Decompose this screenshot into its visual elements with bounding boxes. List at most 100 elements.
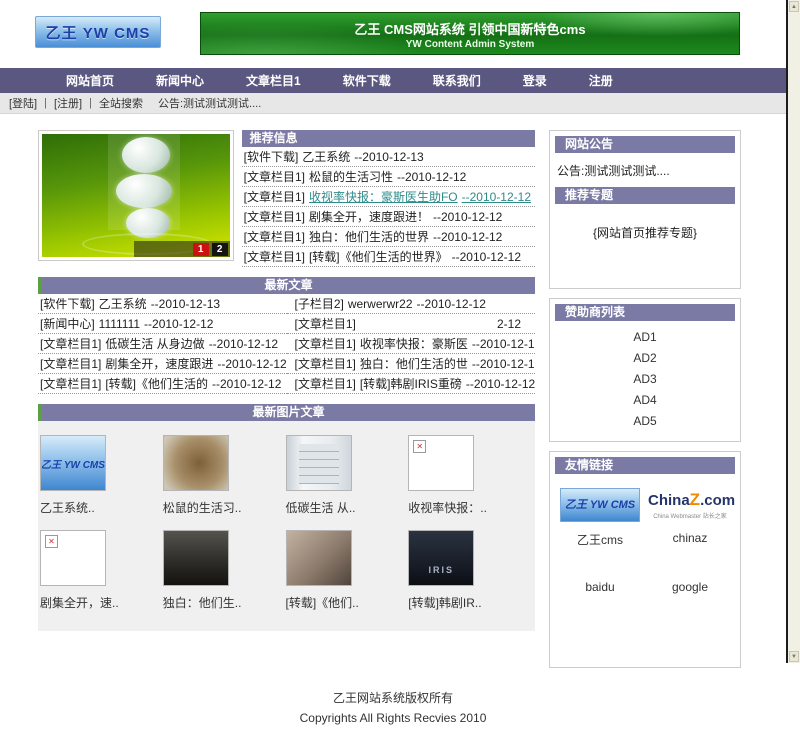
sponsor-link[interactable]: AD5 — [555, 411, 735, 432]
friend-link-baidu[interactable]: baidu — [555, 568, 645, 594]
picture-article[interactable]: ✕ 剧集全开，速.. — [40, 530, 163, 611]
article-date: --2010-12-12 — [433, 230, 502, 244]
register-link[interactable]: [注册] — [54, 95, 82, 111]
sponsors-box: 赞助商列表 AD1 AD2 AD3 AD4 AD5 — [549, 298, 741, 442]
scroll-up-button[interactable]: ▲ — [789, 1, 799, 12]
article-link[interactable]: [软件下载]乙王系统--2010-12-13 — [242, 147, 535, 167]
article-link[interactable]: [文章栏目1]剧集全开，速度跟进--2010-12-12 — [38, 354, 287, 374]
footer: 乙王网站系统版权所有 Copyrights All Rights Recvies… — [0, 677, 786, 734]
friend-link-ywcms[interactable]: 乙王 YW CMS 乙王cms — [555, 488, 645, 548]
nav-item-news[interactable]: 新闻中心 — [135, 72, 225, 89]
thumbnail-fridge-photo — [286, 435, 352, 491]
sponsors-title: 赞助商列表 — [555, 304, 735, 321]
article-link[interactable]: [文章栏目1][转载]韩剧IRIS重磅--2010-12-12 — [287, 374, 536, 394]
chinaz-logo-text: ChinaZ.com — [648, 490, 732, 510]
picture-article[interactable]: 低碳生活 从.. — [286, 435, 409, 516]
main-column: 乙王 YW CMS 乙王 CMS网站系统 引领中国新特色cms YW Conte… — [0, 0, 786, 663]
friend-link-label: 乙王cms — [555, 531, 645, 548]
nav-item-login[interactable]: 登录 — [502, 72, 568, 89]
site-search-link[interactable]: 全站搜索 — [99, 95, 143, 111]
article-category: [文章栏目1] — [295, 314, 356, 333]
slideshow[interactable]: 1 2 — [38, 130, 234, 261]
sub-strip: [登陆] | [注册] | 全站搜索 公告:测试测试测试.... — [0, 93, 786, 114]
friend-link-google[interactable]: google — [645, 568, 735, 594]
article-link[interactable]: [文章栏目1]独白：他们生活的世界--2010-12-12 — [242, 227, 535, 247]
chinaz-logo: ChinaZ.com China Webmaster 站长之家 — [648, 488, 732, 522]
browser-scrollbar[interactable]: ▲ ▼ — [786, 0, 800, 663]
picture-caption: 收视率快报：.. — [408, 499, 531, 516]
sponsor-link[interactable]: AD2 — [555, 348, 735, 369]
article-category: [文章栏目1] — [244, 250, 305, 264]
article-link[interactable]: [文章栏目1][转载]《他们生活的--2010-12-12 — [38, 374, 287, 394]
nav-item-register[interactable]: 注册 — [568, 72, 634, 89]
slideshow-image: 1 2 — [42, 134, 230, 257]
picture-caption: 独白：他们生.. — [163, 594, 286, 611]
article-title: 收视率快报：豪斯医 — [360, 337, 468, 351]
article-date: --2010-12-13 — [151, 297, 220, 311]
sponsor-link[interactable]: AD4 — [555, 390, 735, 411]
login-link[interactable]: [登陆] — [9, 95, 37, 111]
topics-link[interactable]: {网站首页推荐专题} — [555, 204, 735, 283]
article-date: --2010-12-12 — [212, 377, 281, 391]
picture-article[interactable]: [转载]《他们.. — [286, 530, 409, 611]
picture-caption: 剧集全开，速.. — [40, 594, 163, 611]
notice-box: 网站公告 公告:测试测试测试.... 推荐专题 {网站首页推荐专题} — [549, 130, 741, 289]
article-date: --2010-12-12 — [452, 250, 521, 264]
sponsor-link[interactable]: AD3 — [555, 369, 735, 390]
thumbnail-group-photo — [163, 530, 229, 586]
article-title: 乙王系统 — [99, 297, 147, 311]
friend-link-chinaz[interactable]: ChinaZ.com China Webmaster 站长之家 chinaz — [645, 488, 735, 548]
banner-title: 乙王 CMS网站系统 引领中国新特色cms — [201, 19, 739, 38]
thumbnail-couple-photo — [286, 530, 352, 586]
article-link[interactable]: [文章栏目1]松鼠的生活习性--2010-12-12 — [242, 167, 535, 187]
article-title: 剧集全开，速度跟进！ — [309, 210, 429, 224]
article-category: [文章栏目1] — [295, 377, 356, 391]
sponsor-link[interactable]: AD1 — [555, 327, 735, 348]
topics-title: 推荐专题 — [555, 187, 735, 204]
nav-item-contact[interactable]: 联系我们 — [412, 72, 502, 89]
article-link[interactable]: [文章栏目1]收视率快报：豪斯医--2010-12-12 — [287, 334, 536, 354]
picture-article[interactable]: ✕ 收视率快报：.. — [408, 435, 531, 516]
pager-button-1[interactable]: 1 — [193, 243, 209, 256]
picture-grid: 乙王 YW CMS 乙王系统.. 松鼠的生活习.. 低碳生活 从.. — [38, 421, 535, 631]
article-date: --2010-12-12 — [209, 337, 278, 351]
article-link[interactable]: [新闻中心]1111111--2010-12-12 — [38, 314, 287, 334]
latest-articles-header: 最新文章 — [38, 277, 535, 294]
picture-article[interactable]: 乙王 YW CMS 乙王系统.. — [40, 435, 163, 516]
article-link[interactable]: [软件下载]乙王系统--2010-12-13 — [38, 294, 287, 314]
picture-caption: 乙王系统.. — [40, 499, 163, 516]
picture-article[interactable]: IRIS [转载]韩剧IR.. — [408, 530, 531, 611]
nav-item-home[interactable]: 网站首页 — [45, 72, 135, 89]
page: 乙王 YW CMS 乙王 CMS网站系统 引领中国新特色cms YW Conte… — [0, 0, 800, 663]
pager-button-2[interactable]: 2 — [212, 243, 228, 256]
article-link[interactable]: [子栏目2]werwerwr22--2010-12-12 — [287, 294, 536, 314]
article-link[interactable]: [文章栏目1]剧集全开，速度跟进！--2010-12-12 — [242, 207, 535, 227]
picture-caption: 松鼠的生活习.. — [163, 499, 286, 516]
top-row: 1 2 推荐信息 [软件下载]乙王系统--2010-12-13 — [38, 130, 535, 267]
article-link[interactable]: [文章栏目1][转载]《他们生活的世界》--2010-12-12 — [242, 247, 535, 267]
thumbnail-iris-poster: IRIS — [408, 530, 474, 586]
article-link[interactable]: [文章栏目1]独白：他们生活的世--2010-12-12 — [287, 354, 536, 374]
article-link-highlighted[interactable]: [文章栏目1]收视率快报：豪斯医生助FO--2010-12-12 — [242, 187, 535, 207]
article-title: 低碳生活 从身边做 — [105, 337, 204, 351]
nav-item-articles[interactable]: 文章栏目1 — [225, 72, 322, 89]
nav-item-downloads[interactable]: 软件下载 — [322, 72, 412, 89]
picture-article[interactable]: 独白：他们生.. — [163, 530, 286, 611]
latest-articles-section: 最新文章 [软件下载]乙王系统--2010-12-13 [新闻中心]111111… — [38, 277, 535, 394]
article-category: [文章栏目1] — [295, 357, 356, 371]
picture-articles-header: 最新图片文章 — [38, 404, 535, 421]
article-title: 松鼠的生活习性 — [309, 170, 393, 184]
thumbnail-yw-logo: 乙王 YW CMS — [40, 435, 106, 491]
latest-articles-title: 最新文章 — [42, 277, 535, 294]
banner: 乙王 CMS网站系统 引领中国新特色cms YW Content Admin S… — [200, 12, 740, 55]
article-link[interactable]: [文章栏目1]2-12 — [287, 314, 536, 334]
globe-shape — [116, 174, 172, 208]
scroll-down-button[interactable]: ▼ — [789, 651, 799, 662]
marquee-notice: 公告:测试测试测试.... — [158, 95, 261, 111]
picture-articles-title: 最新图片文章 — [42, 404, 535, 421]
separator: | — [44, 97, 47, 109]
picture-article[interactable]: 松鼠的生活习.. — [163, 435, 286, 516]
site-logo: 乙王 YW CMS — [35, 16, 161, 48]
article-title: 1111111 — [99, 317, 140, 331]
article-link[interactable]: [文章栏目1]低碳生活 从身边做--2010-12-12 — [38, 334, 287, 354]
